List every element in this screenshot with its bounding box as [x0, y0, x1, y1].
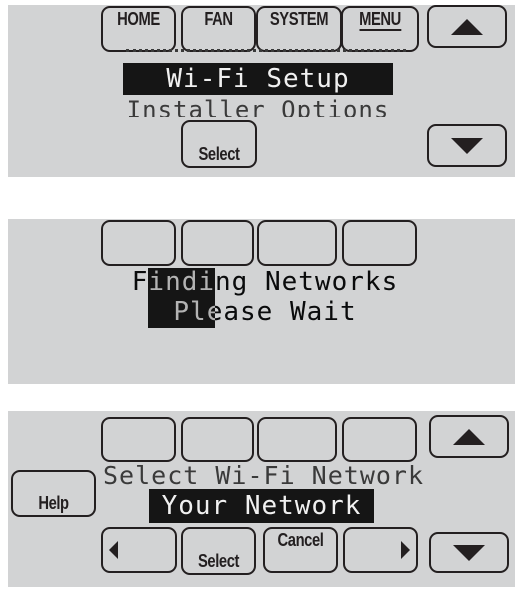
menu-item[interactable]: Installer Options	[123, 95, 393, 117]
blank-button-2	[181, 417, 254, 462]
fan-button[interactable]: FAN	[181, 6, 256, 52]
please-wait-text: Please Wait	[173, 297, 357, 327]
help-label: Help	[38, 493, 69, 513]
blank-button-1	[101, 417, 176, 462]
cancel-button[interactable]: Cancel	[263, 527, 338, 573]
blank-button-2	[181, 220, 254, 266]
arrow-down-icon	[451, 137, 483, 154]
menu-item-clipped	[126, 49, 406, 60]
home-label: HOME	[117, 9, 160, 29]
network-select-screen: Help Select Wi-Fi Network Your Network S…	[8, 411, 515, 587]
blank-button-3	[257, 417, 337, 462]
arrow-left-icon	[109, 541, 118, 559]
cancel-label: Cancel	[277, 530, 324, 550]
blank-button-4	[342, 417, 417, 462]
network-option-selected[interactable]: Your Network	[149, 489, 374, 523]
select-button[interactable]: Select	[181, 527, 256, 575]
previous-button[interactable]	[101, 527, 177, 573]
blank-button-1	[101, 220, 176, 266]
scroll-down-button[interactable]	[429, 532, 509, 573]
arrow-up-icon	[451, 18, 483, 35]
select-label: Select	[198, 144, 240, 164]
menu-screen: HOME FAN SYSTEM MENU Wi-Fi Setup Install…	[8, 5, 515, 177]
blank-button-4	[342, 220, 417, 266]
arrow-up-icon	[453, 428, 485, 445]
blank-button-3	[257, 220, 337, 266]
scroll-up-button[interactable]	[429, 415, 509, 458]
finding-networks-text: Finding Networks	[131, 267, 399, 297]
next-button[interactable]	[343, 527, 418, 573]
menu-label: MENU	[359, 9, 401, 31]
help-button[interactable]: Help	[11, 470, 96, 517]
menu-button[interactable]: MENU	[341, 6, 419, 52]
select-label: Select	[197, 551, 240, 571]
searching-screen: Finding Networks Please Wait	[8, 219, 515, 384]
system-button[interactable]: SYSTEM	[256, 6, 342, 52]
home-button[interactable]: HOME	[101, 6, 176, 52]
system-label: SYSTEM	[269, 9, 329, 29]
select-button[interactable]: Select	[181, 120, 257, 168]
select-network-heading: Select Wi-Fi Network	[103, 461, 425, 490]
fan-label: FAN	[204, 9, 233, 29]
scroll-down-button[interactable]	[427, 124, 507, 167]
scroll-up-button[interactable]	[427, 5, 507, 48]
menu-item-selected[interactable]: Wi-Fi Setup	[123, 63, 393, 95]
arrow-down-icon	[453, 544, 485, 561]
arrow-right-icon	[401, 541, 410, 559]
